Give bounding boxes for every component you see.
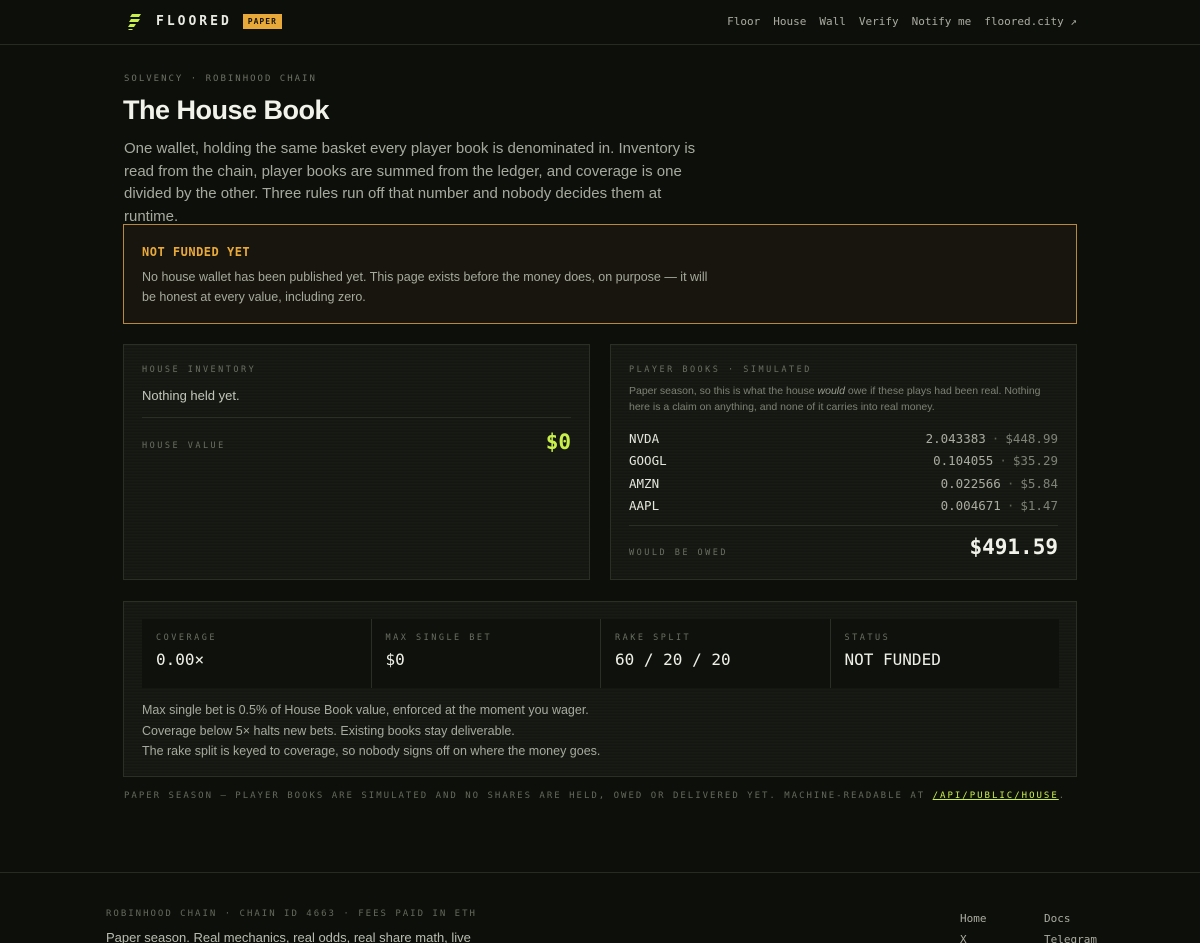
list-item: AAPL 0.004671 · $1.47 — [629, 495, 1058, 518]
holding-amounts: 2.043383 · $448.99 — [926, 431, 1058, 446]
player-books-panel: PLAYER BOOKS · SIMULATED Paper season, s… — [610, 344, 1077, 580]
stat-max-single-bet: MAX SINGLE BET $0 — [372, 619, 601, 688]
stat-label: STATUS — [844, 633, 891, 643]
footnote-text: PAPER SEASON — PLAYER BOOKS ARE SIMULATE… — [124, 791, 933, 801]
separator: · — [1006, 498, 1015, 514]
footer: ROBINHOOD CHAIN · CHAIN ID 4663 · FEES P… — [0, 872, 1200, 943]
ticker: AAPL — [629, 498, 660, 514]
paper-badge: PAPER — [242, 14, 282, 29]
ticker: GOOGL — [629, 453, 667, 469]
footer-link-home[interactable]: Home — [960, 908, 987, 929]
list-item: AMZN 0.022566 · $5.84 — [629, 472, 1058, 495]
solvency-rules-panel: COVERAGE 0.00× MAX SINGLE BET $0 RAKE SP… — [123, 601, 1077, 777]
house-value-label: HOUSE VALUE — [142, 441, 226, 451]
would-be-owed-label: WOULD BE OWED — [629, 548, 729, 558]
alert-body: No house wallet has been published yet. … — [142, 270, 708, 304]
rule-text: Coverage below 5× halts new bets. Existi… — [142, 723, 515, 738]
stat-label: COVERAGE — [156, 633, 217, 643]
lede: One wallet, holding the same basket ever… — [124, 140, 696, 225]
stat-value: $0 — [385, 650, 405, 669]
stat-status: STATUS NOT FUNDED — [831, 619, 1060, 688]
logo-icon — [128, 14, 141, 30]
separator: · — [991, 430, 1000, 446]
footer-link-telegram[interactable]: Telegram — [1044, 929, 1097, 943]
list-item: NVDA 2.043383 · $448.99 — [629, 427, 1058, 450]
api-link[interactable]: /API/PUBLIC/HOUSE — [933, 791, 1059, 801]
stat-label: MAX SINGLE BET — [385, 633, 493, 643]
rule-text: Max single bet is 0.5% of House Book val… — [142, 703, 589, 717]
footer-tagline: Paper season. Real mechanics, real odds,… — [106, 930, 471, 943]
holdings-list: NVDA 2.043383 · $448.99 GOOGL 0.104055 · $35… — [629, 427, 1058, 517]
main-nav: Floor House Wall Verify Notify me floore… — [727, 15, 1077, 28]
divider — [629, 525, 1058, 526]
stat-value: 60 / 20 / 20 — [615, 650, 731, 669]
stat-strip: COVERAGE 0.00× MAX SINGLE BET $0 RAKE SP… — [142, 619, 1059, 688]
stat-value: NOT FUNDED — [844, 650, 941, 669]
paper-season-footnote: PAPER SEASON — PLAYER BOOKS ARE SIMULATE… — [124, 791, 1066, 801]
rules-list: Max single bet is 0.5% of House Book val… — [142, 700, 600, 762]
nav-verify[interactable]: Verify — [859, 15, 899, 28]
list-item: GOOGL 0.104055 · $35.29 — [629, 450, 1058, 473]
usd-value: $35.29 — [1012, 453, 1058, 469]
stat-rake-split: RAKE SPLIT 60 / 20 / 20 — [601, 619, 831, 688]
footer-links-col2: Docs Telegram — [1044, 908, 1097, 943]
footer-caption: ROBINHOOD CHAIN · CHAIN ID 4663 · FEES P… — [106, 909, 477, 919]
not-funded-alert: NOT FUNDED YET No house wallet has been … — [123, 224, 1077, 324]
page-title: The House Book — [123, 95, 330, 125]
footer-links-col1: Home X — [960, 908, 987, 943]
holding-amounts: 0.004671 · $1.47 — [941, 498, 1058, 513]
stat-label: RAKE SPLIT — [615, 633, 692, 643]
ticker: AMZN — [629, 475, 660, 491]
usd-value: $448.99 — [1005, 430, 1058, 446]
usd-value: $5.84 — [1020, 475, 1058, 491]
eyebrow: SOLVENCY · ROBINHOOD CHAIN — [124, 74, 317, 84]
quantity: 0.004671 — [940, 498, 1001, 514]
footer-link-docs[interactable]: Docs — [1044, 908, 1097, 929]
ticker: NVDA — [629, 430, 660, 446]
holding-amounts: 0.104055 · $35.29 — [933, 453, 1058, 468]
holding-amounts: 0.022566 · $5.84 — [941, 476, 1058, 491]
desc-before: Paper season, so this is what the house — [629, 385, 818, 397]
quantity: 0.104055 — [933, 453, 994, 469]
brand[interactable]: FLOORED PAPER — [128, 13, 282, 30]
stat-value: 0.00× — [156, 650, 205, 669]
nav-external-site[interactable]: floored.city ↗ — [984, 15, 1077, 28]
stat-coverage: COVERAGE 0.00× — [142, 619, 372, 688]
usd-value: $1.47 — [1020, 498, 1058, 514]
nav-floor[interactable]: Floor — [727, 15, 760, 28]
separator: · — [1006, 475, 1015, 491]
nav-notify-me[interactable]: Notify me — [912, 15, 972, 28]
inventory-empty-text: Nothing held yet. — [142, 388, 240, 403]
top-bar: FLOORED PAPER Floor House Wall Verify No… — [0, 0, 1200, 45]
separator: · — [999, 453, 1007, 469]
divider — [142, 417, 571, 418]
brand-name: FLOORED — [156, 14, 232, 29]
nav-house[interactable]: House — [773, 15, 806, 28]
quantity: 2.043383 — [925, 430, 986, 446]
player-books-description: Paper season, so this is what the house … — [629, 383, 1064, 415]
would-be-owed-value: $491.59 — [969, 535, 1058, 559]
quantity: 0.022566 — [940, 475, 1001, 491]
rule-text: The rake split is keyed to coverage, so … — [142, 744, 601, 758]
alert-title: NOT FUNDED YET — [142, 245, 251, 259]
nav-wall[interactable]: Wall — [819, 15, 846, 28]
house-inventory-panel: HOUSE INVENTORY Nothing held yet. HOUSE … — [123, 344, 590, 580]
player-books-label: PLAYER BOOKS · SIMULATED — [629, 365, 812, 375]
desc-emphasis: would — [817, 385, 845, 397]
inventory-label: HOUSE INVENTORY — [142, 365, 257, 375]
footer-link-x[interactable]: X — [960, 929, 987, 943]
footnote-end: . — [1058, 791, 1067, 801]
house-value: $0 — [545, 430, 571, 454]
